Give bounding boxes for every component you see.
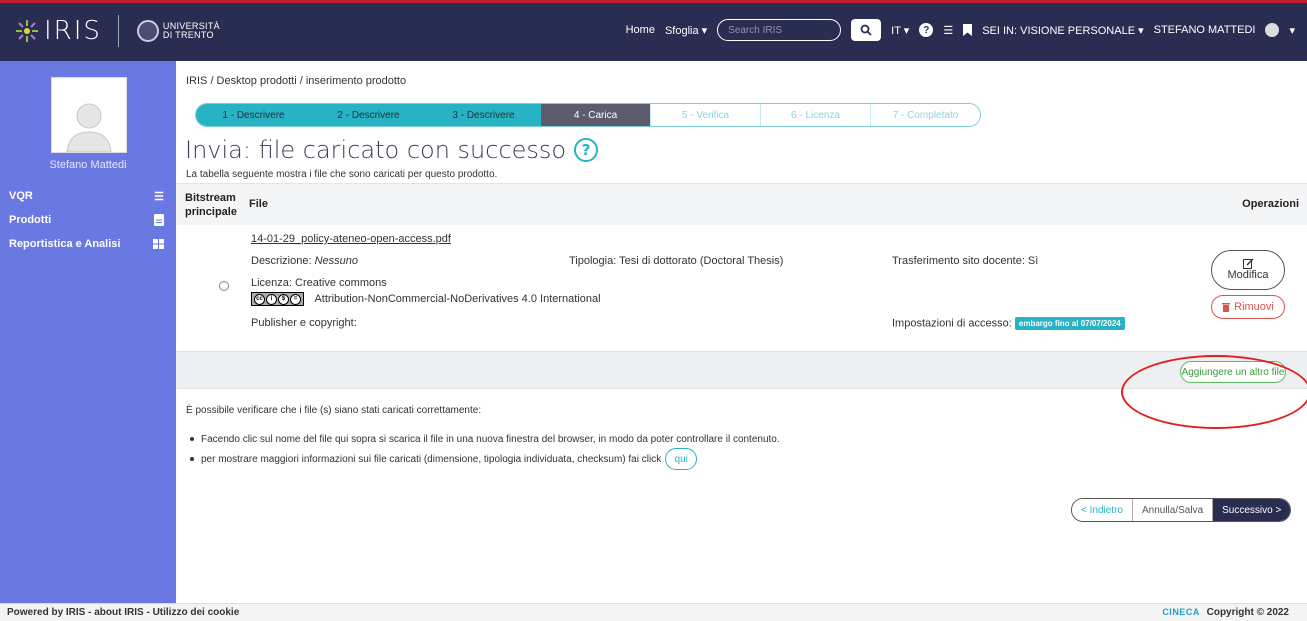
footer-links[interactable]: Powered by IRIS - about IRIS - Utilizzo … — [7, 607, 239, 618]
user-menu[interactable]: STEFANO MATTEDI — [1154, 24, 1256, 36]
nav-sfoglia-dropdown[interactable]: Sfoglia ▾ — [665, 24, 707, 37]
footer-copyright: CINECA Copyright © 2022 — [1162, 607, 1289, 618]
page-title: Invia: file caricato con successo — [185, 136, 567, 164]
step-2[interactable]: 2 - Descrivere — [311, 104, 426, 126]
logo-separator — [117, 15, 119, 47]
search-button[interactable] — [851, 19, 882, 41]
user-caret-icon[interactable]: ▾ — [1289, 24, 1295, 37]
col-operazioni: Operazioni — [1242, 198, 1299, 210]
user-avatar-icon[interactable] — [1265, 23, 1280, 37]
step-7: 7 - Completato — [870, 104, 980, 126]
menu-list-icon[interactable]: ☰ — [943, 24, 953, 37]
main-content: IRIS / Desktop prodotti / inserimento pr… — [176, 61, 1307, 603]
question-help-icon[interactable]: ? — [574, 138, 599, 162]
info-bullets: Facendo clic sul nome del file qui sopra… — [190, 429, 780, 470]
sidebar-item-label: VQR — [9, 190, 33, 202]
nav-home[interactable]: Home — [626, 24, 655, 36]
access-settings: Impostazioni di accesso: embargo fino al… — [892, 317, 1125, 330]
list-icon: ☰ — [154, 190, 164, 203]
rimuovi-button[interactable]: Rimuovi — [1211, 295, 1285, 319]
user-placeholder-icon — [66, 103, 112, 152]
license-row: cc i $ = Attribution-NonCommercial-NoDeriva… — [251, 292, 601, 306]
primary-bitstream-radio[interactable] — [219, 281, 229, 291]
step-1[interactable]: 1 - Descrivere — [196, 104, 311, 126]
university-seal-icon — [136, 20, 159, 42]
modifica-button[interactable]: Modifica — [1211, 250, 1285, 290]
file-publisher: Publisher e copyright: — [251, 317, 357, 329]
search-input[interactable] — [717, 19, 842, 41]
trash-icon — [1222, 303, 1231, 312]
logo[interactable]: IRIS UNIVERSITÀ DI TRENTO — [14, 15, 220, 47]
sidebar-item-label: Reportistica e Analisi — [9, 238, 121, 250]
bookmark-icon[interactable] — [963, 24, 973, 36]
document-icon — [154, 214, 164, 226]
avatar — [51, 77, 127, 153]
sidebar-item-reportistica[interactable]: Reportistica e Analisi — [0, 234, 176, 254]
step-4-active: 4 - Carica — [541, 104, 650, 126]
file-tipologia: Tipologia: Tesi di dottorato (Doctoral T… — [569, 255, 784, 267]
step-3[interactable]: 3 - Descrivere — [426, 104, 541, 126]
step-6: 6 - Licenza — [760, 104, 870, 126]
sidebar: Stefano Mattedi VQR ☰ Prodotti Reportist… — [0, 61, 176, 603]
creative-commons-badge-icon: cc i $ = — [251, 292, 304, 306]
col-file: File — [249, 198, 268, 210]
page-subtitle: La tabella seguente mostra i file che so… — [186, 169, 498, 180]
wizard-steps: 1 - Descrivere 2 - Descrivere 3 - Descri… — [195, 103, 981, 127]
cineca-logo: CINECA — [1162, 607, 1200, 617]
back-button[interactable]: < Indietro — [1072, 499, 1133, 521]
wizard-nav: < Indietro Annulla/Salva Successivo > — [1071, 498, 1292, 522]
table-row: 14-01-29_policy-ateneo-open-access.pdf D… — [176, 225, 1307, 351]
logo-text: IRIS — [44, 16, 102, 46]
qui-button[interactable]: qui — [665, 448, 698, 470]
page-title-container: Invia: file caricato con successo ? — [185, 136, 599, 164]
file-link[interactable]: 14-01-29_policy-ateneo-open-access.pdf — [251, 233, 451, 245]
sidebar-item-vqr[interactable]: VQR ☰ — [0, 186, 176, 206]
search-icon — [860, 24, 872, 36]
bullet-icon — [190, 457, 194, 461]
next-button[interactable]: Successivo > — [1213, 499, 1291, 521]
help-icon[interactable]: ? — [919, 23, 934, 37]
bullet-icon — [190, 437, 194, 441]
col-bitstream: Bitstream principale — [185, 192, 237, 218]
nav-right: Home Sfoglia ▾ IT ▾ ? ☰ SEI IN: VISIONE … — [626, 19, 1295, 41]
sidebar-item-prodotti[interactable]: Prodotti — [0, 210, 176, 230]
iris-flower-icon — [16, 20, 38, 42]
file-trasferimento: Trasferimento sito docente: Sì — [892, 255, 1039, 267]
info-text: È possibile verificare che i file (s) si… — [186, 405, 482, 416]
edit-icon — [1242, 258, 1253, 269]
grid-icon — [153, 239, 164, 249]
table-header: Bitstream principale File Operazioni — [176, 183, 1307, 225]
university-name: UNIVERSITÀ DI TRENTO — [162, 21, 220, 40]
file-licenza: Licenza: Creative commons — [251, 277, 387, 289]
step-5: 5 - Verifica — [650, 104, 760, 126]
license-name: Attribution-NonCommercial-NoDerivatives … — [314, 292, 601, 305]
file-description: Descrizione: Nessuno — [251, 255, 358, 267]
embargo-badge: embargo fino al 07/07/2024 — [1014, 317, 1125, 330]
navbar: IRIS UNIVERSITÀ DI TRENTO Home Sfoglia ▾… — [0, 3, 1307, 61]
sidebar-user-name: Stefano Mattedi — [49, 159, 127, 171]
footer: Powered by IRIS - about IRIS - Utilizzo … — [0, 603, 1307, 621]
view-mode-dropdown[interactable]: SEI IN: VISIONE PERSONALE ▾ — [982, 24, 1143, 37]
highlight-annotation-oval — [1121, 355, 1307, 429]
list-item: per mostrare maggiori informazioni sui f… — [190, 448, 780, 470]
cancel-save-button[interactable]: Annulla/Salva — [1132, 499, 1214, 521]
list-item: Facendo clic sul nome del file qui sopra… — [190, 429, 780, 449]
breadcrumb[interactable]: IRIS / Desktop prodotti / inserimento pr… — [186, 75, 406, 87]
language-dropdown[interactable]: IT ▾ — [891, 24, 909, 37]
sidebar-item-label: Prodotti — [9, 214, 52, 226]
